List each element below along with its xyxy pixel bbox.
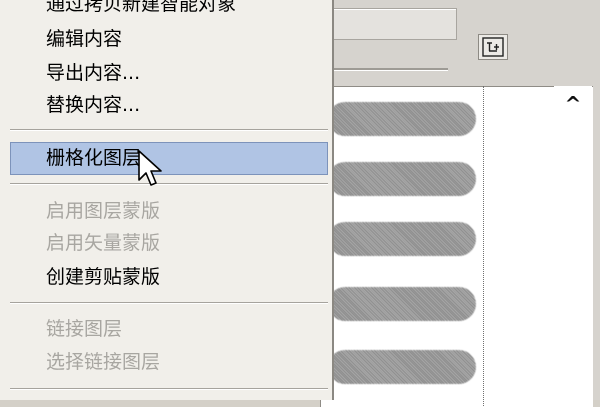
mouse-cursor-icon xyxy=(138,150,162,186)
brush-stroke-preview[interactable] xyxy=(328,102,476,136)
menu-separator xyxy=(10,129,328,131)
list-divider xyxy=(483,86,484,406)
menu-item-export-contents[interactable]: 导出内容... xyxy=(46,60,140,86)
scroll-up-arrow-icon[interactable]: ^ xyxy=(554,90,592,118)
menu-item-link-layers: 链接图层 xyxy=(46,318,123,340)
menu-item-new-smart-object-via-copy[interactable]: 通过拷贝新建智能对象 xyxy=(46,0,236,17)
menu-item-enable-vector-mask: 启用矢量蒙版 xyxy=(46,232,161,254)
menu-item-select-linked-layers: 选择链接图层 xyxy=(46,351,161,373)
menu-item-enable-layer-mask: 启用图层蒙版 xyxy=(46,200,161,222)
context-menu: 通过拷贝新建智能对象 编辑内容 导出内容... 替换内容... 栅格化图层 启用… xyxy=(0,0,334,400)
size-slider[interactable] xyxy=(330,68,448,71)
menu-separator xyxy=(10,183,328,185)
brush-stroke-preview[interactable] xyxy=(328,162,476,196)
menu-item-edit-contents[interactable]: 编辑内容 xyxy=(46,26,122,52)
menu-separator xyxy=(10,302,328,304)
brush-stroke-preview[interactable] xyxy=(328,350,476,384)
brush-preset-icon[interactable] xyxy=(478,34,508,60)
menu-separator xyxy=(10,388,328,390)
menu-item-rasterize-layer[interactable]: 栅格化图层 xyxy=(46,145,141,171)
scrollbar[interactable]: ^ xyxy=(554,86,592,406)
brush-stroke-preview[interactable] xyxy=(328,287,476,321)
brush-stroke-preview[interactable] xyxy=(328,222,476,256)
menu-item-replace-contents[interactable]: 替换内容... xyxy=(46,92,140,118)
menu-item-create-clipping-mask[interactable]: 创建剪贴蒙版 xyxy=(46,264,160,290)
